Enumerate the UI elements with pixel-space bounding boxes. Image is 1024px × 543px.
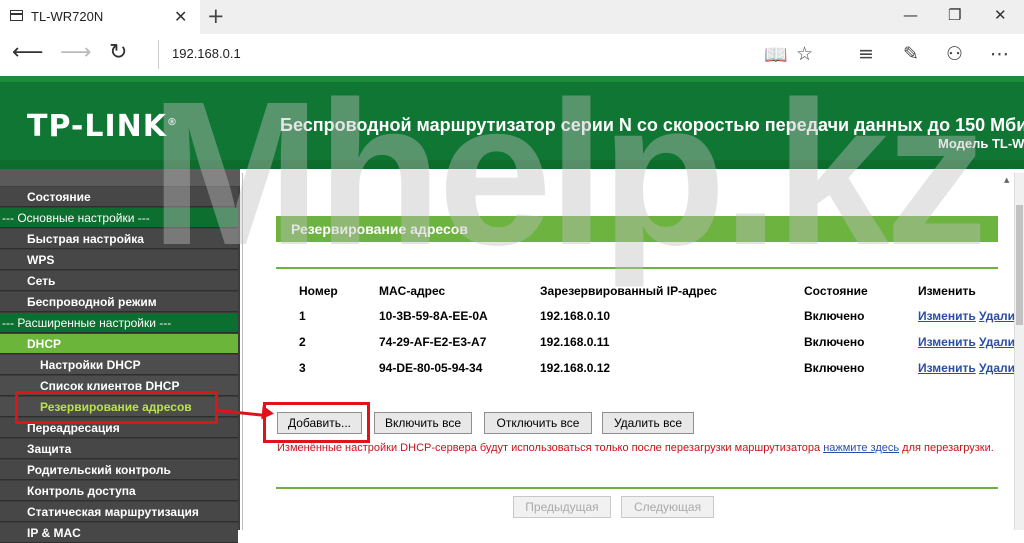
sidebar-item-wps[interactable]: WPS xyxy=(0,250,238,270)
table-cell-mac: 74-29-AF-E2-E3-A7 xyxy=(379,335,487,349)
sidebar-section-advanced: --- Расширенные настройки --- xyxy=(0,313,238,333)
section-title: Резервирование адресов xyxy=(291,221,468,237)
table-cell-status: Включено xyxy=(804,309,865,323)
forward-arrow-icon[interactable]: ⟶ xyxy=(60,40,92,65)
sidebar-item-static-routing[interactable]: Статическая маршрутизация xyxy=(0,502,238,522)
router-header: TP-LINK® Беспроводной маршрутизатор сери… xyxy=(0,76,1024,169)
table-cell-number: 2 xyxy=(299,335,306,349)
table-cell-number: 1 xyxy=(299,309,306,323)
tplink-logo: TP-LINK® xyxy=(27,109,179,144)
page-icon xyxy=(10,10,23,21)
sidebar-item-dhcp-settings[interactable]: Настройки DHCP xyxy=(0,355,238,375)
sidebar-item-wireless[interactable]: Беспроводной режим xyxy=(0,292,238,312)
browser-navbar: ⟵ ⟶ ↻ 192.168.0.1 📖 ☆ ≡ ✎ ⚇ ⋯ xyxy=(0,34,1024,77)
router-model: Модель TL-WR720N xyxy=(938,136,1024,151)
table-cell-ip: 192.168.0.12 xyxy=(540,361,611,375)
table-cell-mac: 10-3B-59-8A-EE-0A xyxy=(379,309,488,323)
maximize-button[interactable]: ❐ xyxy=(948,6,961,24)
table-cell-status: Включено xyxy=(804,361,865,375)
sidebar-top-spacer xyxy=(0,169,240,186)
router-title: Беспроводной маршрутизатор серии N со ск… xyxy=(280,115,1024,135)
sidebar-item-quick-setup[interactable]: Быстрая настройка xyxy=(0,229,238,249)
more-icon[interactable]: ⋯ xyxy=(990,43,1009,65)
edit-link[interactable]: Изменить xyxy=(918,335,976,349)
close-window-button[interactable]: ✕ xyxy=(994,6,1007,24)
hub-icon[interactable]: ≡ xyxy=(858,43,874,65)
address-bar[interactable]: 192.168.0.1 xyxy=(172,46,241,61)
reboot-note: Изменённые настройки DHCP-сервера будут … xyxy=(277,442,994,454)
table-top-divider xyxy=(276,267,998,269)
table-bottom-divider xyxy=(276,487,998,489)
table-cell-mac: 94-DE-80-05-94-34 xyxy=(379,361,483,375)
browser-tabstrip: TL-WR720N ✕ + — ❐ ✕ xyxy=(0,0,1024,34)
col-header-status: Состояние xyxy=(804,284,868,298)
enable-all-button[interactable]: Включить все xyxy=(374,412,472,434)
reboot-link[interactable]: нажмите здесь xyxy=(823,442,899,454)
sidebar-item-dhcp[interactable]: DHCP xyxy=(0,334,238,354)
sidebar-item-parental-control[interactable]: Родительский контроль xyxy=(0,460,238,480)
col-header-ip: Зарезервированный IP-адрес xyxy=(540,284,717,298)
col-header-edit: Изменить xyxy=(918,284,976,298)
back-arrow-icon[interactable]: ⟵ xyxy=(12,40,44,65)
sidebar-section-basic: --- Основные настройки --- xyxy=(0,208,238,228)
close-tab-icon[interactable]: ✕ xyxy=(174,7,187,26)
col-header-mac: MAC-адрес xyxy=(379,284,446,298)
edit-link[interactable]: Изменить xyxy=(918,361,976,375)
highlight-box-sidebar xyxy=(15,391,218,424)
sidebar-item-ip-mac[interactable]: IP & MAC xyxy=(0,523,238,543)
sidebar-menu: Состояние --- Основные настройки --- Быс… xyxy=(0,169,240,543)
new-tab-button[interactable]: + xyxy=(207,4,225,28)
browser-tab[interactable]: TL-WR720N ✕ xyxy=(0,0,200,34)
delete-all-button[interactable]: Удалить все xyxy=(602,412,694,434)
reading-view-icon[interactable]: 📖 xyxy=(764,43,788,66)
tab-title: TL-WR720N xyxy=(31,9,104,24)
content-frame-border xyxy=(242,173,243,530)
table-cell-number: 3 xyxy=(299,361,306,375)
reboot-note-text: Изменённые настройки DHCP-сервера будут … xyxy=(277,442,821,454)
sidebar-item-status[interactable]: Состояние xyxy=(0,187,238,207)
refresh-icon[interactable]: ↻ xyxy=(109,40,127,65)
disable-all-button[interactable]: Отключить все xyxy=(484,412,592,434)
previous-page-button[interactable]: Предыдущая xyxy=(513,496,611,518)
col-header-number: Номер xyxy=(299,284,338,298)
edit-link[interactable]: Изменить xyxy=(918,309,976,323)
sidebar-item-access-control[interactable]: Контроль доступа xyxy=(0,481,238,501)
share-icon[interactable]: ⚇ xyxy=(946,43,963,65)
next-page-button[interactable]: Следующая xyxy=(621,496,714,518)
table-cell-ip: 192.168.0.10 xyxy=(540,309,611,323)
table-cell-ip: 192.168.0.11 xyxy=(540,335,610,349)
table-cell-status: Включено xyxy=(804,335,865,349)
sidebar-item-security[interactable]: Защита xyxy=(0,439,238,459)
scrollbar-thumb[interactable] xyxy=(1016,205,1023,325)
highlight-box-add-button xyxy=(263,402,370,443)
minimize-button[interactable]: — xyxy=(903,6,918,24)
section-title-bar: Резервирование адресов xyxy=(276,216,998,242)
annotation-arrow-icon xyxy=(261,405,275,421)
web-note-icon[interactable]: ✎ xyxy=(903,43,919,65)
reboot-note-tail: для перезагрузки. xyxy=(902,442,994,454)
scroll-up-arrow-icon[interactable]: ▲ xyxy=(1004,176,1009,184)
favorite-star-icon[interactable]: ☆ xyxy=(796,43,813,65)
navbar-separator xyxy=(158,40,159,69)
sidebar-item-network[interactable]: Сеть xyxy=(0,271,238,291)
